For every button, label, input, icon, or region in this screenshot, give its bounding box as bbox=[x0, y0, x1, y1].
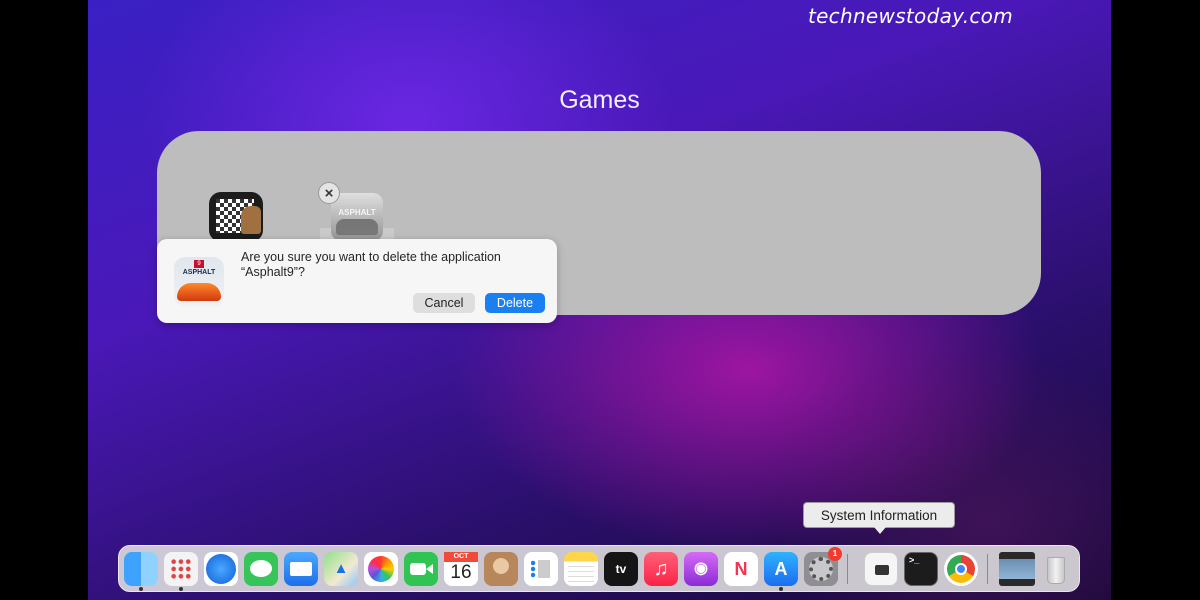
tv-label: tv bbox=[615, 562, 627, 576]
gear-icon[interactable]: 1 bbox=[804, 547, 842, 586]
checklist-lines bbox=[531, 560, 551, 578]
asphalt-logo-text: ASPHALT bbox=[182, 269, 216, 276]
watermark: technewstoday.com bbox=[807, 4, 1013, 28]
asphalt9-icon: 9 ASPHALT bbox=[174, 257, 224, 307]
knight-icon bbox=[241, 206, 261, 234]
speech-bubble-icon[interactable] bbox=[244, 552, 278, 586]
camera-lens bbox=[426, 564, 433, 574]
dock: ▲ OCT 16 tv ♫ ◉ N A 1 >_ bbox=[118, 545, 1080, 592]
petals bbox=[368, 556, 394, 582]
camera-body bbox=[410, 563, 426, 575]
podcast-icon[interactable]: ◉ bbox=[684, 552, 718, 586]
trash-can bbox=[1047, 557, 1065, 584]
running-indicator bbox=[179, 587, 183, 591]
music-note-icon[interactable]: ♫ bbox=[644, 552, 678, 586]
running-indicator bbox=[779, 587, 783, 591]
news-icon[interactable]: N bbox=[724, 552, 758, 586]
desktop: technewstoday.com Games ASPHALT × 9 ASPH… bbox=[88, 0, 1111, 600]
dock-separator bbox=[847, 554, 848, 584]
trash-icon[interactable] bbox=[1039, 552, 1073, 586]
tv-icon[interactable]: tv bbox=[604, 552, 638, 586]
chess-icon[interactable] bbox=[209, 192, 263, 242]
dialog-message: Are you sure you want to delete the appl… bbox=[241, 250, 501, 279]
checklist-icon[interactable] bbox=[524, 552, 558, 586]
contact-book-icon[interactable] bbox=[484, 552, 518, 586]
notification-badge: 1 bbox=[828, 547, 842, 561]
calendar-day: 16 bbox=[450, 562, 472, 583]
flower-icon[interactable] bbox=[364, 552, 398, 586]
folder-title[interactable]: Games bbox=[88, 86, 1111, 115]
delete-confirmation-dialog: 9 ASPHALT Are you sure you want to delet… bbox=[157, 239, 557, 323]
video-camera-icon[interactable] bbox=[404, 552, 438, 586]
chrome-center bbox=[955, 563, 967, 575]
asphalt-logo-text: ASPHALT bbox=[338, 208, 376, 217]
contact-face bbox=[493, 558, 509, 574]
notepad-icon[interactable] bbox=[564, 552, 598, 586]
calendar-icon[interactable]: OCT 16 bbox=[444, 552, 478, 586]
asphalt9-icon[interactable]: ASPHALT bbox=[331, 193, 383, 241]
car-icon bbox=[336, 219, 378, 235]
launchpad-icon[interactable] bbox=[164, 552, 198, 586]
compass-dial bbox=[206, 554, 236, 584]
finder-icon[interactable] bbox=[124, 552, 158, 586]
running-indicator bbox=[139, 587, 143, 591]
terminal-icon[interactable]: >_ bbox=[904, 552, 938, 586]
map-icon[interactable]: ▲ bbox=[324, 552, 358, 586]
chrome-icon[interactable] bbox=[944, 552, 978, 586]
car-icon bbox=[177, 283, 221, 301]
delete-button[interactable]: Delete bbox=[485, 293, 545, 313]
envelope-icon[interactable] bbox=[284, 552, 318, 586]
dock-tooltip: System Information bbox=[803, 502, 955, 534]
app-store-icon[interactable]: A bbox=[764, 552, 798, 586]
compass-icon[interactable] bbox=[204, 552, 238, 586]
version-badge: 9 bbox=[194, 260, 204, 268]
bubble-shape bbox=[250, 560, 272, 577]
envelope-shape bbox=[290, 562, 312, 576]
gear-shape bbox=[809, 557, 833, 581]
chip-icon[interactable] bbox=[864, 552, 898, 586]
screenshot-icon[interactable] bbox=[999, 552, 1035, 586]
close-icon[interactable]: × bbox=[318, 182, 340, 204]
chip-shape bbox=[875, 565, 889, 575]
grid-icon bbox=[170, 558, 192, 580]
cancel-button[interactable]: Cancel bbox=[413, 293, 475, 313]
note-lines bbox=[568, 566, 594, 582]
dock-separator bbox=[987, 554, 988, 584]
